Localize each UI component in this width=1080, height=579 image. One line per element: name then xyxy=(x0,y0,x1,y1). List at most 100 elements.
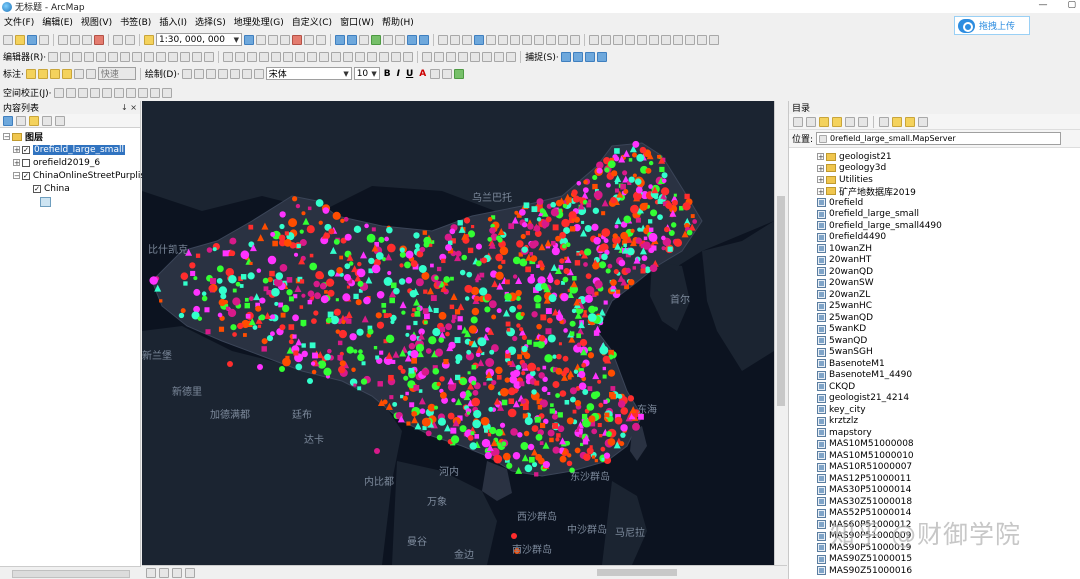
find-route-icon[interactable] xyxy=(522,34,532,45)
lock-labels-icon[interactable] xyxy=(61,68,72,79)
clear-selection-icon[interactable] xyxy=(450,34,460,45)
copy-icon[interactable] xyxy=(70,34,80,45)
new-folder-icon[interactable] xyxy=(892,116,902,127)
toc-horizontal-scrollbar[interactable] xyxy=(0,566,141,579)
cut-polygons-icon[interactable] xyxy=(144,51,155,62)
catalog-service-row[interactable]: 20wanHT xyxy=(789,255,1080,267)
error-inspector-icon[interactable] xyxy=(331,51,342,62)
clip-icon[interactable] xyxy=(367,51,378,62)
toc-scroll-thumb[interactable] xyxy=(12,570,130,578)
end-snapping-icon[interactable] xyxy=(572,51,583,62)
forward-extent-icon[interactable] xyxy=(419,34,429,45)
layout-view-icon[interactable] xyxy=(589,34,599,45)
catalog-service-row[interactable]: 25wanHC xyxy=(789,301,1080,313)
back-extent-icon[interactable] xyxy=(407,34,417,45)
page-back-icon[interactable] xyxy=(649,34,659,45)
add-control-points-icon[interactable] xyxy=(434,51,445,62)
views-icon[interactable] xyxy=(879,116,889,127)
pan-icon[interactable] xyxy=(359,34,369,45)
align-edge-icon[interactable] xyxy=(271,51,282,62)
catalog-service-row[interactable]: geologist21_4214 xyxy=(789,393,1080,405)
change-layout-icon[interactable] xyxy=(697,34,707,45)
zoom-whole-page-icon[interactable] xyxy=(625,34,635,45)
catalog-service-row[interactable]: mapstory xyxy=(789,427,1080,439)
collapse-icon[interactable]: − xyxy=(3,133,10,141)
catalog-service-row[interactable]: 20wanZL xyxy=(789,289,1080,301)
update-georef-icon[interactable] xyxy=(506,51,517,62)
catalog-service-row[interactable]: 0refield_large_small xyxy=(789,209,1080,221)
focus-data-frame-icon[interactable] xyxy=(685,34,695,45)
catalog-service-row[interactable]: 0refield4490 xyxy=(789,232,1080,244)
attributes-icon[interactable] xyxy=(180,51,191,62)
open-icon[interactable] xyxy=(15,34,25,45)
redo-icon[interactable] xyxy=(125,34,135,45)
straight-segment-icon[interactable] xyxy=(72,51,83,62)
cut-icon[interactable] xyxy=(58,34,68,45)
page-forward-icon[interactable] xyxy=(661,34,671,45)
draw-menu[interactable]: 绘制(D)· xyxy=(145,67,180,80)
attribute-transfer-icon[interactable] xyxy=(137,87,148,98)
underline-button[interactable]: U xyxy=(404,69,415,79)
arctoolbox-icon[interactable] xyxy=(292,34,302,45)
editor-menu[interactable]: 编辑器(R)· xyxy=(3,50,46,63)
refresh-view-icon[interactable] xyxy=(172,567,182,578)
catalog-service-row[interactable]: 0refield xyxy=(789,197,1080,209)
home-folder-icon[interactable] xyxy=(819,116,829,127)
edit-annotation-icon[interactable] xyxy=(60,51,71,62)
maximize-button[interactable]: ▢ xyxy=(1067,0,1076,10)
rotate-element-icon[interactable] xyxy=(193,68,204,79)
paste-icon[interactable] xyxy=(82,34,92,45)
editor-toolbar-icon[interactable] xyxy=(244,34,254,45)
catalog-service-row[interactable]: 0refield_large_small4490 xyxy=(789,220,1080,232)
expand-icon[interactable]: + xyxy=(13,146,20,154)
zoom-in-icon[interactable] xyxy=(335,34,345,45)
topology-icon[interactable] xyxy=(223,51,234,62)
catalog-folder-row[interactable]: + Utilities xyxy=(789,174,1080,186)
smooth-icon[interactable] xyxy=(295,51,306,62)
create-features-icon[interactable] xyxy=(204,51,215,62)
rectangle-icon[interactable] xyxy=(217,68,228,79)
map-horizontal-scroll-thumb[interactable] xyxy=(597,569,677,576)
location-field[interactable]: 0refield_large_small.MapServer xyxy=(816,132,1062,145)
toc-pin-close[interactable]: ↓ × xyxy=(121,103,137,112)
map-topology-icon[interactable] xyxy=(235,51,246,62)
edge-match-icon[interactable] xyxy=(149,87,160,98)
marker-color-icon[interactable] xyxy=(454,68,465,79)
union-icon[interactable] xyxy=(391,51,402,62)
edit-vertices-icon[interactable] xyxy=(241,68,252,79)
undo-icon[interactable] xyxy=(113,34,123,45)
split-icon[interactable] xyxy=(156,51,167,62)
point-icon[interactable] xyxy=(108,51,119,62)
expand-icon[interactable]: + xyxy=(817,164,824,172)
find-icon[interactable] xyxy=(534,34,544,45)
label-manager-icon[interactable] xyxy=(25,68,36,79)
drag-upload-button[interactable]: 拖拽上传 xyxy=(954,16,1030,35)
menu-insert[interactable]: 插入(I) xyxy=(155,15,191,28)
font-color-button[interactable]: A xyxy=(417,69,428,79)
list-by-visibility-icon[interactable] xyxy=(29,115,39,126)
italic-button[interactable]: I xyxy=(395,69,402,79)
edge-snapping-icon[interactable] xyxy=(596,51,607,62)
catalog-service-row[interactable]: 5wanQD xyxy=(789,335,1080,347)
catalog-service-row[interactable]: key_city xyxy=(789,404,1080,416)
layer-row-0refield-large-small[interactable]: + ✓ 0refield_large_small xyxy=(0,143,140,156)
table-of-contents-icon[interactable] xyxy=(256,34,266,45)
identify-icon[interactable] xyxy=(474,34,484,45)
rotate-icon[interactable] xyxy=(168,51,179,62)
sketch-properties-icon[interactable] xyxy=(192,51,203,62)
fixed-zoom-out-icon[interactable] xyxy=(395,34,405,45)
html-popup-icon[interactable] xyxy=(498,34,508,45)
fit-to-display-icon[interactable] xyxy=(494,51,505,62)
catalog-service-row[interactable]: BasenoteM1_4490 xyxy=(789,370,1080,382)
text-icon[interactable] xyxy=(229,68,240,79)
collapse-icon[interactable]: − xyxy=(13,172,20,180)
menu-file[interactable]: 文件(F) xyxy=(0,15,38,28)
measure-icon[interactable] xyxy=(510,34,520,45)
map-scale-combo[interactable]: 1:30, 000, 000 ▼ xyxy=(156,33,242,46)
layer-visibility-checkbox[interactable]: ✓ xyxy=(22,171,30,180)
catalog-service-row[interactable]: CKQD xyxy=(789,381,1080,393)
view-link-table-icon[interactable] xyxy=(125,87,136,98)
search-window-icon[interactable] xyxy=(280,34,290,45)
back-icon[interactable] xyxy=(793,116,803,127)
map-vertical-scrollbar[interactable] xyxy=(774,101,787,565)
